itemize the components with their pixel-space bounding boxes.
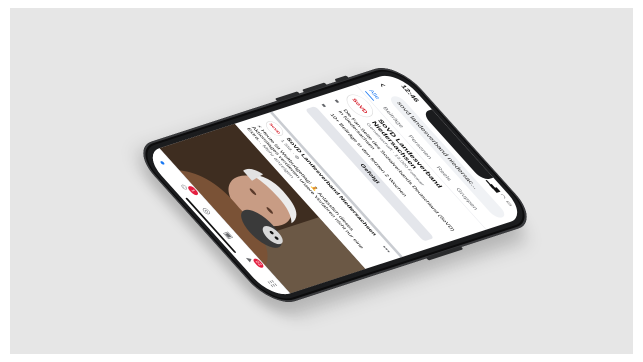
info-icon: ■ bbox=[332, 98, 341, 104]
back-arrow-icon[interactable]: ‹ bbox=[376, 82, 394, 94]
wifi-icon: ◠ bbox=[498, 193, 508, 200]
menu-icon: ☷ bbox=[265, 278, 279, 289]
home-icon: ● bbox=[157, 159, 169, 167]
posts-icon: ■ bbox=[319, 103, 328, 108]
battery-icon: ▭ bbox=[504, 199, 514, 207]
